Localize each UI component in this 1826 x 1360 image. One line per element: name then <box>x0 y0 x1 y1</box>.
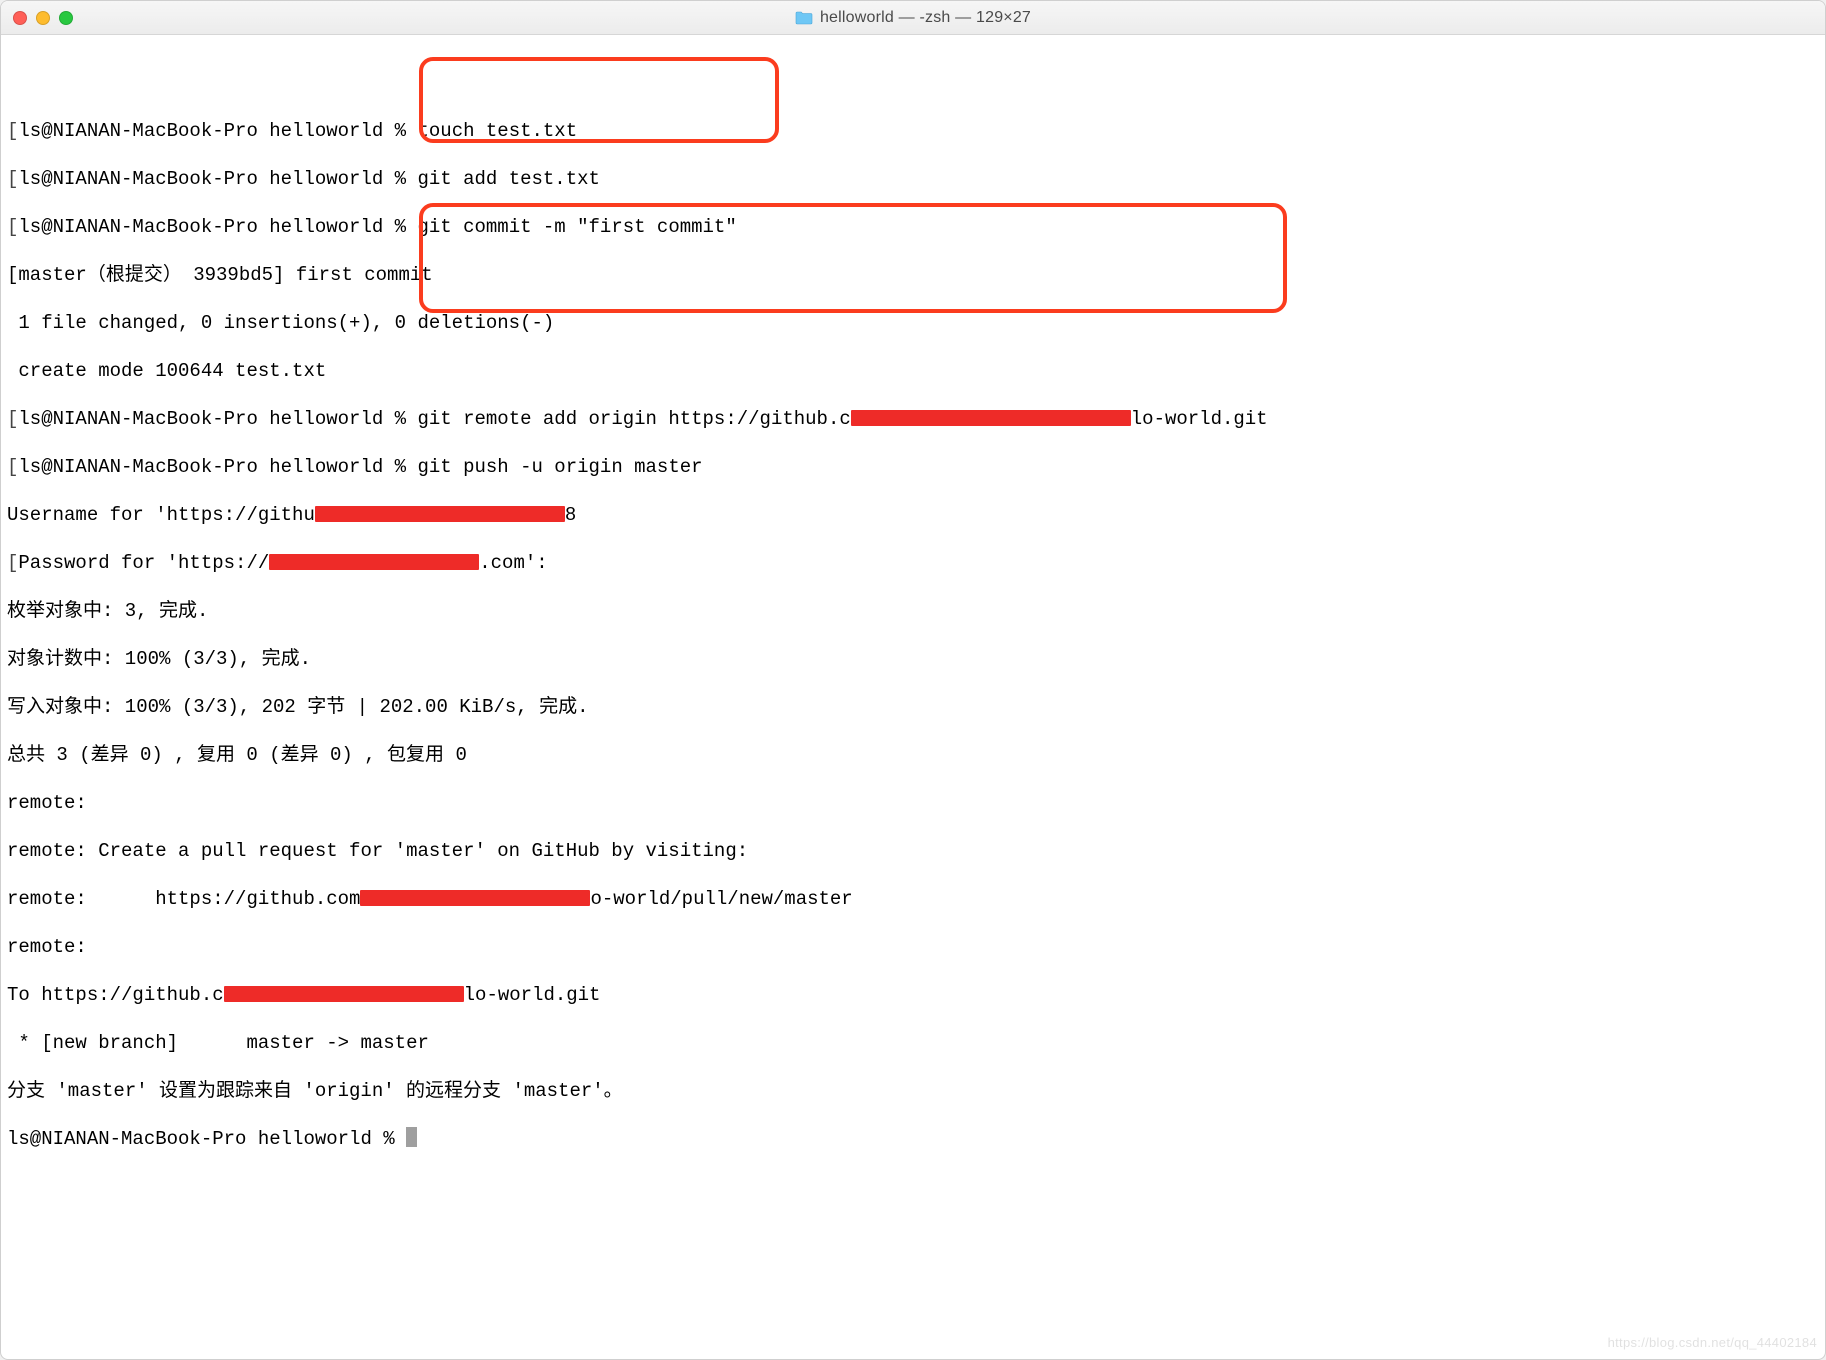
out-password-post: .com': <box>479 552 547 574</box>
out-to-post: lo-world.git <box>464 984 601 1006</box>
out-enum: 枚举对象中: 3, 完成. <box>7 599 1819 623</box>
out-count: 对象计数中: 100% (3/3), 完成. <box>7 647 1819 671</box>
prompt: ls@NIANAN-MacBook-Pro helloworld % <box>18 408 417 430</box>
out-total: 总共 3 (差异 0) , 复用 0 (差异 0) , 包复用 0 <box>7 743 1819 767</box>
cmd-push: git push -u origin master <box>417 456 702 478</box>
terminal-content[interactable]: [ls@NIANAN-MacBook-Pro helloworld % touc… <box>1 35 1825 1359</box>
redacted-to-url <box>224 986 464 1002</box>
out-remote4: remote: <box>7 935 1819 959</box>
redacted-pr-url <box>360 890 590 906</box>
terminal-window: helloworld — -zsh — 129×27 [ls@NIANAN-Ma… <box>0 0 1826 1360</box>
prompt: ls@NIANAN-MacBook-Pro helloworld % <box>18 168 417 190</box>
zoom-button[interactable] <box>59 11 73 25</box>
prompt: ls@NIANAN-MacBook-Pro helloworld % <box>18 216 417 238</box>
out-username-post: 8 <box>565 504 576 526</box>
out-remote2: remote: Create a pull request for 'maste… <box>7 839 1819 863</box>
out-write: 写入对象中: 100% (3/3), 202 字节 | 202.00 KiB/s… <box>7 695 1819 719</box>
cmd-remote-post: lo-world.git <box>1131 408 1268 430</box>
out-remote3-post: o-world/pull/new/master <box>590 888 852 910</box>
prompt: ls@NIANAN-MacBook-Pro helloworld % <box>7 1128 406 1150</box>
out-newbranch: * [new branch] master -> master <box>7 1031 1819 1055</box>
out-to-pre: To https://github.c <box>7 984 224 1006</box>
out-username-pre: Username for 'https://githu <box>7 504 315 526</box>
out-commit-2: 1 file changed, 0 insertions(+), 0 delet… <box>7 311 1819 335</box>
cmd-remote-pre: git remote add origin https://github.c <box>417 408 850 430</box>
cursor <box>406 1127 417 1147</box>
traffic-lights <box>13 11 73 25</box>
out-commit-3: create mode 100644 test.txt <box>7 359 1819 383</box>
cmd-commit: git commit -m "first commit" <box>417 216 736 238</box>
out-track: 分支 'master' 设置为跟踪来自 'origin' 的远程分支 'mast… <box>7 1079 1819 1103</box>
close-button[interactable] <box>13 11 27 25</box>
redacted-remote-url <box>851 410 1131 426</box>
out-remote1: remote: <box>7 791 1819 815</box>
prompt: ls@NIANAN-MacBook-Pro helloworld % <box>18 120 417 142</box>
out-remote3-pre: remote: https://github.com <box>7 888 360 910</box>
redacted-password <box>269 554 479 570</box>
titlebar: helloworld — -zsh — 129×27 <box>1 1 1825 35</box>
out-password-pre: Password for 'https:// <box>18 552 269 574</box>
minimize-button[interactable] <box>36 11 50 25</box>
prompt: ls@NIANAN-MacBook-Pro helloworld % <box>18 456 417 478</box>
window-title: helloworld — -zsh — 129×27 <box>820 9 1031 27</box>
redacted-username <box>315 506 565 522</box>
cmd-gitadd: git add test.txt <box>417 168 599 190</box>
out-commit-1: [master（根提交） 3939bd5] first commit <box>7 263 1819 287</box>
watermark: https://blog.csdn.net/qq_44402184 <box>1608 1331 1817 1355</box>
folder-icon <box>795 11 813 25</box>
cmd-touch: touch test.txt <box>417 120 577 142</box>
